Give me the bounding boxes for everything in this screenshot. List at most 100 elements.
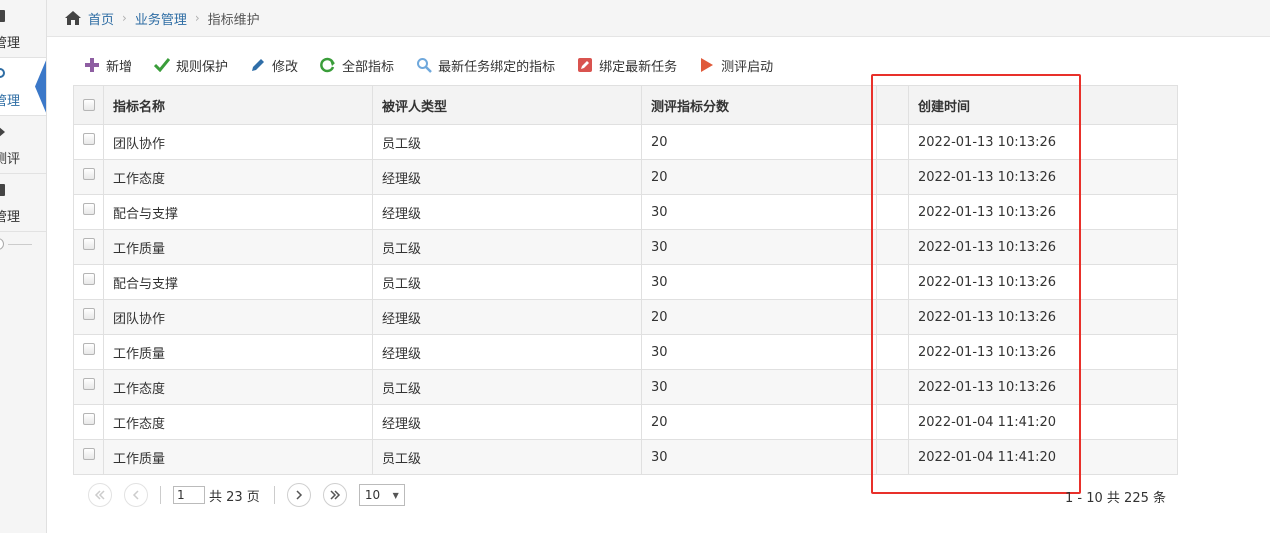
cell-type: 员工级: [372, 369, 642, 405]
prev-page-button[interactable]: [124, 483, 148, 507]
bind-latest-task-button[interactable]: 绑定最新任务: [577, 56, 677, 75]
table-row[interactable]: 工作态度 经理级 20 2022-01-04 11:41:20: [73, 404, 1178, 440]
column-header-blank: [876, 85, 909, 125]
breadcrumb-home-link[interactable]: 首页: [88, 9, 114, 28]
refresh-icon: [320, 57, 336, 73]
latest-task-indicators-label: 最新任务绑定的指标: [438, 59, 556, 75]
row-checkbox[interactable]: [82, 133, 95, 145]
breadcrumb-separator: ›: [194, 11, 200, 25]
row-checkbox[interactable]: [82, 168, 95, 180]
table-row[interactable]: 配合与支撑 员工级 30 2022-01-13 10:13:26: [73, 264, 1178, 300]
row-select-cell: [73, 369, 104, 405]
cell-score: 20: [641, 159, 877, 195]
row-checkbox[interactable]: [82, 203, 95, 215]
cell-score: 20: [641, 299, 877, 335]
menu-icon: [0, 10, 5, 22]
column-header-created[interactable]: 创建时间: [908, 85, 1178, 125]
row-checkbox[interactable]: [82, 448, 95, 460]
page-size-select[interactable]: 10 ▼: [358, 484, 405, 506]
rule-protect-label: 规则保护: [176, 59, 229, 75]
table-row[interactable]: 工作质量 员工级 30 2022-01-04 11:41:20: [73, 439, 1178, 475]
edit-button-label: 修改: [272, 59, 299, 75]
sidebar: 管理 管理 测评 管理: [0, 0, 47, 533]
start-evaluation-button[interactable]: 测评启动: [699, 56, 773, 75]
table-row[interactable]: 团队协作 经理级 20 2022-01-13 10:13:26: [73, 299, 1178, 335]
row-select-cell: [73, 159, 104, 195]
cell-created: 2022-01-13 10:13:26: [908, 159, 1178, 195]
last-page-button[interactable]: [322, 483, 347, 507]
cell-name: 工作态度: [103, 369, 373, 405]
sidebar-item-label: 管理: [0, 94, 21, 109]
next-page-button[interactable]: [286, 483, 311, 507]
all-indicators-button[interactable]: 全部指标: [320, 56, 394, 75]
row-select-cell: [73, 194, 104, 230]
cell-score: 30: [641, 439, 877, 475]
total-pages-text: 共 23 页: [209, 489, 260, 505]
cell-created: 2022-01-13 10:13:26: [908, 124, 1178, 160]
page-number-input[interactable]: [173, 486, 205, 504]
table-row[interactable]: 配合与支撑 经理级 30 2022-01-13 10:13:26: [73, 194, 1178, 230]
cell-type: 员工级: [372, 439, 642, 475]
double-chevron-right-icon: [330, 490, 340, 500]
cell-type: 经理级: [372, 194, 642, 230]
sidebar-item-2[interactable]: 管理: [0, 58, 46, 116]
select-all-checkbox[interactable]: [82, 99, 95, 111]
table-row[interactable]: 工作态度 员工级 30 2022-01-13 10:13:26: [73, 369, 1178, 405]
pager-info: 1 - 10 共 225 条: [1065, 491, 1166, 506]
cell-score: 30: [641, 229, 877, 265]
row-checkbox[interactable]: [82, 413, 95, 425]
row-select-cell: [73, 124, 104, 160]
column-header-type[interactable]: 被评人类型: [372, 85, 642, 125]
sidebar-item-label: 管理: [0, 210, 21, 225]
row-checkbox[interactable]: [82, 308, 95, 320]
row-checkbox[interactable]: [82, 273, 95, 285]
collapse-icon: [0, 238, 4, 250]
cell-created: 2022-01-13 10:13:26: [908, 229, 1178, 265]
cell-created: 2022-01-13 10:13:26: [908, 334, 1178, 370]
row-select-cell: [73, 334, 104, 370]
latest-task-indicators-button[interactable]: 最新任务绑定的指标: [416, 56, 555, 75]
add-button[interactable]: 新增: [84, 56, 132, 75]
cell-blank: [876, 229, 909, 265]
check-icon: [154, 57, 171, 73]
table-header-row: 指标名称 被评人类型 测评指标分数 创建时间: [73, 85, 1178, 125]
pencil-icon: [250, 57, 266, 73]
cell-score: 20: [641, 404, 877, 440]
sidebar-item-label: 管理: [0, 36, 21, 51]
chevron-left-icon: [132, 490, 139, 500]
cell-blank: [876, 439, 909, 475]
breadcrumb-current: 指标维护: [207, 12, 260, 28]
sidebar-item-1[interactable]: 管理: [0, 0, 46, 58]
sidebar-collapse-toggle[interactable]: [0, 237, 46, 259]
row-checkbox[interactable]: [82, 378, 95, 390]
column-header-name[interactable]: 指标名称: [103, 85, 373, 125]
cell-created: 2022-01-04 11:41:20: [908, 439, 1178, 475]
cell-type: 经理级: [372, 159, 642, 195]
table-row[interactable]: 工作态度 经理级 20 2022-01-13 10:13:26: [73, 159, 1178, 195]
breadcrumb: 首页 › 业务管理 › 指标维护: [47, 0, 1270, 37]
column-header-score[interactable]: 测评指标分数: [641, 85, 877, 125]
cell-created: 2022-01-13 10:13:26: [908, 264, 1178, 300]
pagination: 共 23 页 10 ▼: [88, 483, 405, 507]
chevron-right-icon: [296, 490, 302, 500]
cell-blank: [876, 264, 909, 300]
first-page-button[interactable]: [88, 483, 112, 507]
row-select-cell: [73, 439, 104, 475]
table-row[interactable]: 工作质量 经理级 30 2022-01-13 10:13:26: [73, 334, 1178, 370]
sidebar-item-4[interactable]: 管理: [0, 174, 46, 232]
cell-type: 员工级: [372, 124, 642, 160]
row-checkbox[interactable]: [82, 238, 95, 250]
rule-protect-button[interactable]: 规则保护: [154, 56, 228, 75]
table-row[interactable]: 工作质量 员工级 30 2022-01-13 10:13:26: [73, 229, 1178, 265]
indicator-table: 指标名称 被评人类型 测评指标分数 创建时间 团队协作 员工级 20 2022-01-…: [73, 85, 1178, 475]
cell-score: 20: [641, 124, 877, 160]
search-icon: [416, 57, 432, 73]
breadcrumb-business-link[interactable]: 业务管理: [135, 9, 187, 28]
row-checkbox[interactable]: [82, 343, 95, 355]
edit-button[interactable]: 修改: [250, 56, 298, 75]
all-indicators-label: 全部指标: [342, 59, 395, 75]
sidebar-item-3[interactable]: 测评: [0, 116, 46, 174]
cell-name: 工作质量: [103, 439, 373, 475]
table-row[interactable]: 团队协作 员工级 20 2022-01-13 10:13:26: [73, 124, 1178, 160]
cell-blank: [876, 159, 909, 195]
